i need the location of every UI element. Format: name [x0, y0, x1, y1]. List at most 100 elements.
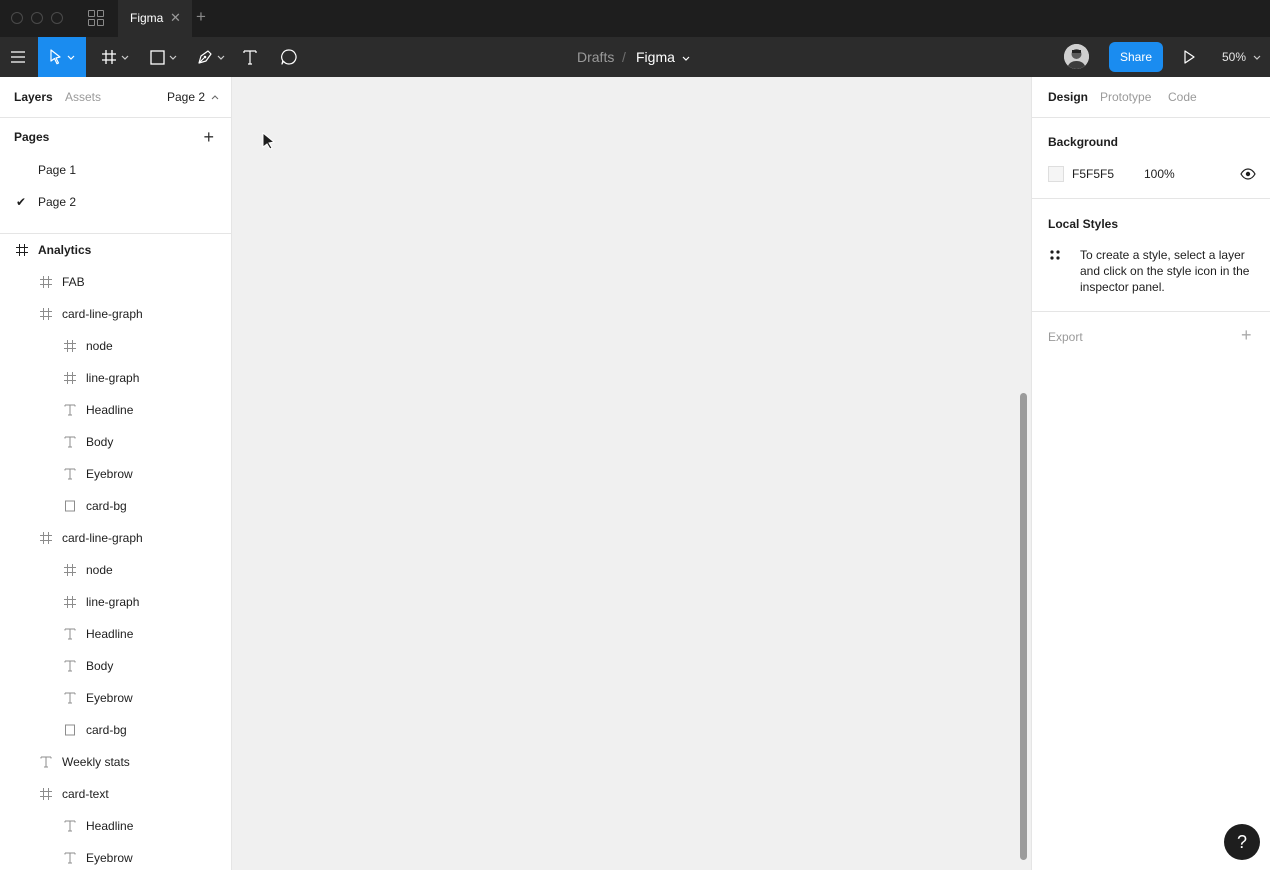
play-icon	[1184, 50, 1195, 64]
layer-name: card-text	[62, 787, 109, 801]
page-item-2[interactable]: Page 2	[38, 195, 76, 209]
move-tool-button[interactable]	[38, 37, 86, 77]
layer-row[interactable]: Body	[0, 426, 231, 458]
background-title: Background	[1048, 135, 1119, 149]
title-bar: Figma ✕ +	[0, 0, 1270, 37]
add-page-icon[interactable]: +	[203, 128, 214, 146]
layer-name: line-graph	[86, 371, 140, 385]
layer-row[interactable]: line-graph	[0, 586, 231, 618]
layer-row[interactable]: Headline	[0, 394, 231, 426]
zoom-level: 50%	[1222, 50, 1247, 64]
page-selector[interactable]: Page 2	[167, 77, 219, 117]
text-tool-button[interactable]	[238, 37, 262, 77]
tab-layers[interactable]: Layers	[14, 77, 53, 117]
layer-name: Headline	[86, 819, 134, 833]
background-hex-input[interactable]: F5F5F5	[1072, 167, 1114, 181]
layer-name: Headline	[86, 403, 134, 417]
frame-hash-icon	[63, 595, 77, 609]
layer-row[interactable]: card-line-graph	[0, 298, 231, 330]
layer-row[interactable]: Eyebrow	[0, 458, 231, 490]
present-button[interactable]	[1178, 37, 1200, 77]
close-tab-icon[interactable]: ✕	[170, 11, 181, 25]
share-button[interactable]: Share	[1109, 42, 1163, 72]
tab-assets[interactable]: Assets	[65, 77, 101, 117]
frame-hash-icon	[39, 307, 53, 321]
frame-tool-button[interactable]	[94, 37, 136, 77]
pen-tool-button[interactable]	[190, 37, 232, 77]
frame-hash-icon	[39, 531, 53, 545]
new-tab-icon[interactable]: +	[196, 8, 206, 26]
layer-row[interactable]: Weekly stats	[0, 746, 231, 778]
background-opacity-input[interactable]: 100%	[1144, 167, 1175, 181]
layer-row[interactable]: card-bg	[0, 490, 231, 522]
layer-name: card-bg	[86, 499, 127, 513]
layer-row[interactable]: card-line-graph	[0, 522, 231, 554]
frame-hash-icon	[39, 787, 53, 801]
layer-row[interactable]: card-text	[0, 778, 231, 810]
frame-hash-icon	[15, 243, 29, 257]
local-styles-title: Local Styles	[1048, 217, 1119, 231]
background-color-swatch[interactable]	[1048, 166, 1064, 182]
frame-hash-icon	[63, 563, 77, 577]
hamburger-icon	[11, 51, 25, 63]
maximize-window-button[interactable]	[51, 12, 63, 24]
comment-tool-button[interactable]	[277, 37, 301, 77]
file-name-label: Figma	[636, 49, 675, 65]
text-layer-icon	[63, 403, 77, 417]
chevron-down-icon	[121, 55, 129, 60]
frame-hash-icon	[63, 371, 77, 385]
tab-design[interactable]: Design	[1048, 77, 1088, 117]
current-page-label: Page 2	[167, 90, 206, 104]
local-styles-section: Local Styles To create a style, select a…	[1032, 199, 1270, 312]
layer-name: Body	[86, 435, 114, 449]
layer-row[interactable]: Analytics	[0, 234, 231, 266]
layer-row[interactable]: card-bg	[0, 714, 231, 746]
layer-name: Analytics	[38, 243, 92, 257]
layer-name: node	[86, 563, 113, 577]
layer-name: Headline	[86, 627, 134, 641]
layer-row[interactable]: node	[0, 330, 231, 362]
right-panel-tabs: Design Prototype Code	[1032, 77, 1270, 118]
tab-prototype[interactable]: Prototype	[1100, 77, 1151, 117]
pen-icon	[198, 50, 212, 64]
chevron-up-icon	[212, 95, 219, 100]
home-grid-icon[interactable]	[88, 10, 104, 26]
file-name-menu[interactable]: Figma	[636, 37, 690, 77]
canvas-scrollbar[interactable]	[1020, 393, 1027, 860]
zoom-menu[interactable]: 50%	[1222, 37, 1261, 77]
chevron-down-icon	[217, 55, 225, 60]
layer-row[interactable]: FAB	[0, 266, 231, 298]
text-icon	[243, 50, 257, 65]
layer-row[interactable]: Headline	[0, 810, 231, 842]
breadcrumb-drafts[interactable]: Drafts	[577, 37, 614, 77]
layer-row[interactable]: Headline	[0, 618, 231, 650]
layer-row[interactable]: Body	[0, 650, 231, 682]
export-title: Export	[1048, 330, 1083, 344]
eye-icon[interactable]	[1240, 168, 1256, 180]
left-panel-tabs: Layers Assets Page 2	[0, 77, 231, 118]
layer-row[interactable]: Eyebrow	[0, 682, 231, 714]
user-avatar[interactable]	[1064, 44, 1089, 69]
layer-name: line-graph	[86, 595, 140, 609]
add-export-icon[interactable]: +	[1241, 325, 1252, 346]
help-button[interactable]: ?	[1224, 824, 1260, 860]
layer-row[interactable]: node	[0, 554, 231, 586]
chevron-down-icon	[682, 56, 690, 61]
text-layer-icon	[63, 627, 77, 641]
style-dots-icon	[1050, 250, 1060, 260]
minimize-window-button[interactable]	[31, 12, 43, 24]
layer-row[interactable]: Eyebrow	[0, 842, 231, 870]
export-section: Export +	[1032, 312, 1270, 362]
shape-tool-button[interactable]	[142, 37, 184, 77]
layer-name: Eyebrow	[86, 691, 133, 705]
mouse-cursor-icon	[262, 132, 276, 150]
layer-row[interactable]: line-graph	[0, 362, 231, 394]
chevron-down-icon	[1253, 55, 1261, 61]
close-window-button[interactable]	[11, 12, 23, 24]
comment-bubble-icon	[281, 49, 297, 65]
tab-code[interactable]: Code	[1168, 77, 1197, 117]
layer-name: card-line-graph	[62, 531, 143, 545]
canvas[interactable]	[232, 77, 1031, 870]
page-item-1[interactable]: Page 1	[38, 163, 76, 177]
main-menu-button[interactable]	[0, 37, 36, 77]
